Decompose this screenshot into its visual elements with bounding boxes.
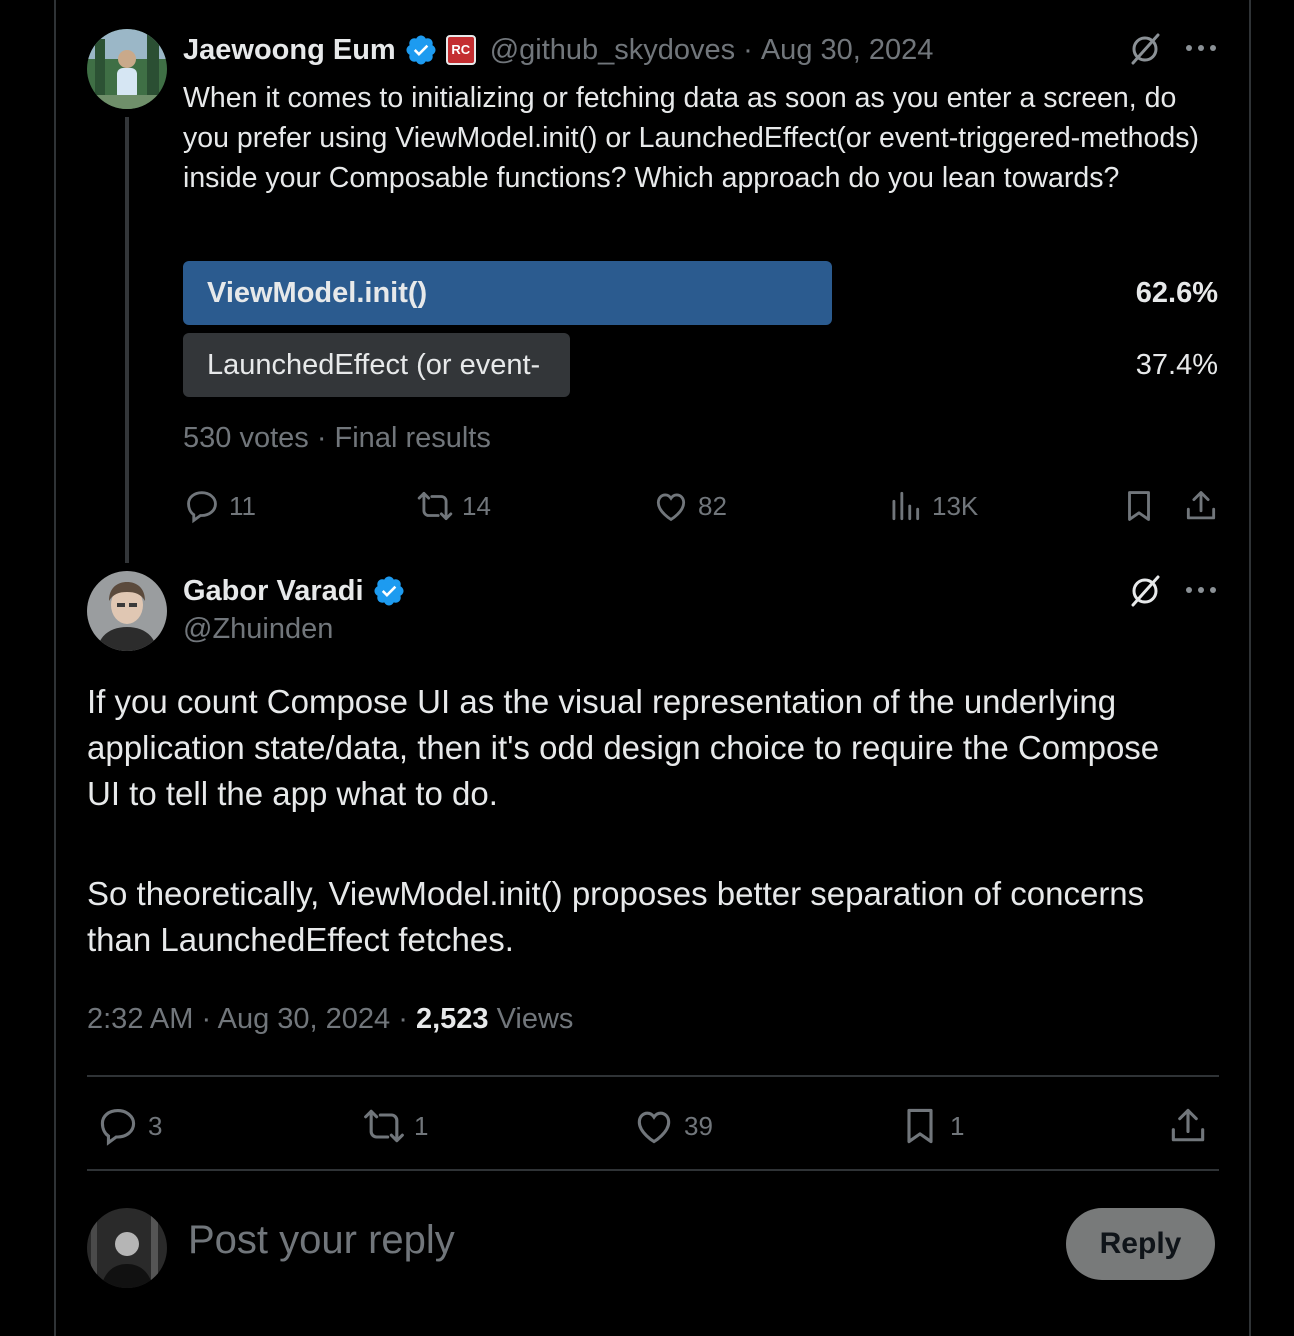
reply-meta: 2:32 AM · Aug 30, 2024 · 2,523 Views bbox=[87, 1003, 573, 1036]
author-handle[interactable]: @github_skydoves bbox=[490, 34, 735, 67]
reply-text-paragraph-2: So theoretically, ViewModel.init() propo… bbox=[87, 875, 1145, 958]
repost-icon bbox=[362, 1104, 406, 1148]
poll-option-percent-1: 62.6% bbox=[1135, 277, 1218, 309]
reply-author-name[interactable]: Gabor Varadi bbox=[183, 575, 364, 608]
verified-icon bbox=[372, 574, 406, 608]
more-icon[interactable] bbox=[1184, 580, 1218, 600]
repost-action[interactable]: 1 bbox=[362, 1104, 428, 1148]
poll-option-label-2: LaunchedEffect (or event- bbox=[207, 349, 541, 381]
bookmark-action[interactable]: 1 bbox=[898, 1104, 964, 1148]
reply-views-label: Views bbox=[496, 1003, 574, 1035]
separator-dot: · bbox=[201, 1003, 212, 1035]
share-icon[interactable] bbox=[1182, 487, 1220, 525]
affiliation-badge[interactable]: RC bbox=[445, 35, 476, 65]
bookmark-icon[interactable] bbox=[1120, 487, 1158, 525]
reply-time[interactable]: 2:32 AM bbox=[87, 1003, 193, 1035]
bookmark-icon bbox=[898, 1104, 942, 1148]
views-icon bbox=[886, 487, 924, 525]
like-action[interactable]: 39 bbox=[632, 1104, 713, 1148]
separator-dot: · bbox=[743, 33, 753, 66]
grok-icon[interactable] bbox=[1128, 573, 1164, 609]
current-user-avatar[interactable] bbox=[87, 1208, 167, 1288]
reply-count: 3 bbox=[148, 1110, 163, 1141]
reply-header: Gabor Varadi bbox=[183, 571, 406, 611]
reply-icon bbox=[183, 487, 221, 525]
share-icon[interactable] bbox=[1166, 1104, 1210, 1148]
like-action[interactable]: 82 bbox=[652, 487, 727, 525]
like-count: 82 bbox=[698, 490, 727, 521]
post-text: When it comes to initializing or fetchin… bbox=[183, 82, 1199, 194]
like-icon bbox=[632, 1104, 676, 1148]
separator-dot: · bbox=[398, 1003, 408, 1035]
author-name[interactable]: Jaewoong Eum bbox=[183, 34, 396, 67]
reply-button[interactable]: Reply bbox=[1066, 1208, 1215, 1280]
post-header: Jaewoong Eum RC @github_skydoves · Aug 3… bbox=[183, 29, 933, 71]
more-icon[interactable] bbox=[1184, 38, 1218, 58]
repost-action[interactable]: 14 bbox=[416, 487, 491, 525]
bookmark-count: 1 bbox=[950, 1110, 965, 1141]
divider bbox=[87, 1075, 1219, 1077]
views-action[interactable]: 13K bbox=[886, 487, 978, 525]
repost-count: 1 bbox=[414, 1110, 429, 1141]
reply-author-handle[interactable]: @Zhuinden bbox=[183, 613, 333, 646]
reply-action[interactable]: 11 bbox=[183, 487, 256, 525]
author-avatar[interactable] bbox=[87, 29, 167, 109]
post-date[interactable]: Aug 30, 2024 bbox=[761, 34, 934, 67]
poll-option-percent-2: 37.4% bbox=[1135, 349, 1218, 381]
views-count: 13K bbox=[932, 490, 979, 521]
reply-count: 11 bbox=[229, 490, 256, 521]
reply-composer-input[interactable]: Post your reply bbox=[188, 1218, 455, 1263]
like-count: 39 bbox=[684, 1110, 713, 1141]
poll-option-label-1: ViewModel.init() bbox=[207, 277, 428, 309]
reply-icon bbox=[96, 1104, 140, 1148]
reply-action[interactable]: 3 bbox=[96, 1104, 162, 1148]
divider bbox=[87, 1169, 1219, 1171]
thread-connector bbox=[125, 117, 129, 563]
reply-author-avatar[interactable] bbox=[87, 571, 167, 651]
poll-footer: 530 votes · Final results bbox=[183, 422, 491, 454]
grok-icon[interactable] bbox=[1128, 31, 1164, 67]
reply-text-paragraph-1: If you count Compose UI as the visual re… bbox=[87, 683, 1160, 812]
repost-icon bbox=[416, 487, 454, 525]
reply-views-count: 2,523 bbox=[415, 1003, 489, 1035]
reply-date[interactable]: Aug 30, 2024 bbox=[218, 1003, 391, 1035]
verified-icon bbox=[404, 33, 438, 67]
repost-count: 14 bbox=[462, 490, 491, 521]
like-icon bbox=[652, 487, 690, 525]
